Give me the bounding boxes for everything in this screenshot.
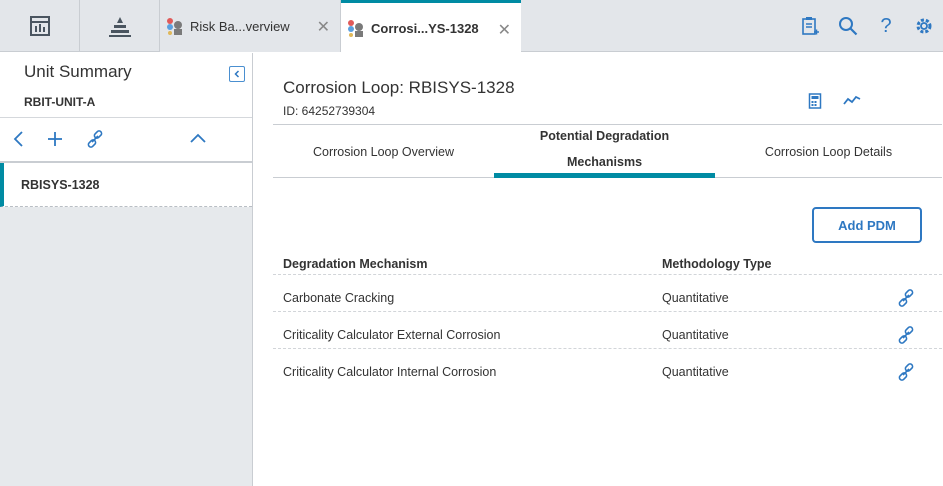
methodology-cell: Quantitative (662, 365, 729, 379)
chevron-left-icon (13, 131, 23, 147)
page-title: Corrosion Loop: RBISYS-1328 (283, 78, 515, 97)
link-icon[interactable] (897, 326, 915, 347)
tab-label: Potential Degradation Mechanisms (539, 129, 670, 169)
sidebar-subtitle: RBIT-UNIT-A (24, 95, 96, 109)
sidebar-item-rbisys-1328[interactable]: RBISYS-1328 (0, 163, 252, 207)
column-header-mechanism: Degradation Mechanism (283, 257, 428, 271)
link-icon[interactable] (897, 289, 915, 310)
hierarchy-button[interactable] (80, 0, 160, 52)
link-icon[interactable] (897, 363, 915, 384)
settings-button[interactable] (905, 16, 943, 36)
sidebar-header: Unit Summary RBIT-UNIT-A (0, 53, 252, 118)
search-button[interactable] (829, 16, 867, 36)
tab-label: Corrosi...YS-1328 (371, 20, 479, 36)
help-button[interactable]: ? (867, 15, 905, 38)
top-right-toolbar: ? (791, 0, 943, 52)
tab-potential-degradation-mechanisms[interactable]: Potential Degradation Mechanisms (494, 125, 715, 178)
record-id: ID: 64252739304 (283, 104, 376, 118)
methodology-cell: Quantitative (662, 291, 729, 305)
mechanism-cell: Criticality Calculator Internal Corrosio… (283, 365, 497, 379)
top-bar: Risk Ba...verview ✕ Corrosi...YS-1328 ✕ (0, 0, 943, 53)
trend-button[interactable] (843, 93, 861, 112)
sidebar-toolbar (0, 118, 252, 163)
table-header-row: Degradation Mechanism Methodology Type (273, 247, 942, 275)
hierarchy-icon (108, 17, 131, 37)
plus-icon (48, 132, 62, 146)
tab-label: Corrosion Loop Overview (312, 144, 455, 159)
tab-label: Risk Ba...verview (190, 18, 290, 34)
content-tabs: Corrosion Loop Overview Potential Degrad… (273, 125, 942, 178)
back-button[interactable] (12, 130, 26, 153)
table-row[interactable]: Criticality Calculator External Corrosio… (273, 312, 942, 349)
trend-chart-icon (843, 95, 861, 105)
chevron-up-icon (190, 133, 206, 143)
tab-corrosion-loop[interactable]: Corrosi...YS-1328 ✕ (341, 0, 521, 53)
methodology-cell: Quantitative (662, 328, 729, 342)
dashboard-icon (29, 16, 50, 36)
close-icon[interactable]: ✕ (317, 17, 330, 37)
add-button[interactable] (46, 130, 64, 153)
tab-label: Corrosion Loop Details (764, 144, 893, 159)
link-button[interactable] (86, 130, 104, 153)
help-icon: ? (880, 14, 892, 37)
clipboard-button[interactable] (791, 16, 829, 36)
tab-corrosion-loop-overview[interactable]: Corrosion Loop Overview (273, 125, 494, 178)
sidebar-item-label: RBISYS-1328 (21, 178, 100, 192)
dashboard-button[interactable] (0, 0, 80, 52)
sidebar: Unit Summary RBIT-UNIT-A RBISYS-1328 (0, 53, 253, 486)
calculator-icon (808, 93, 822, 109)
table-row[interactable]: Criticality Calculator Internal Corrosio… (273, 349, 942, 386)
column-header-methodology: Methodology Type (662, 257, 772, 271)
close-icon[interactable]: ✕ (498, 20, 511, 40)
search-icon (839, 17, 858, 36)
table-row[interactable]: Carbonate Cracking Quantitative (273, 275, 942, 312)
collapse-list-button[interactable] (189, 130, 207, 153)
sidebar-title: Unit Summary (24, 62, 132, 81)
mechanism-cell: Criticality Calculator External Corrosio… (283, 328, 501, 342)
collapse-sidebar-button[interactable] (229, 66, 245, 82)
add-pdm-button[interactable]: Add PDM (812, 207, 922, 243)
tab-corrosion-loop-details[interactable]: Corrosion Loop Details (715, 125, 942, 178)
asset-icon (348, 20, 363, 37)
chevron-left-icon (234, 70, 240, 78)
clipboard-icon (802, 17, 819, 35)
link-icon (87, 130, 103, 148)
main-content: Corrosion Loop: RBISYS-1328 ID: 64252739… (254, 53, 943, 486)
mechanism-cell: Carbonate Cracking (283, 291, 395, 305)
asset-icon (167, 18, 182, 35)
gear-icon (916, 18, 932, 34)
tab-risk-based-overview[interactable]: Risk Ba...verview ✕ (160, 0, 341, 52)
calculator-button[interactable] (808, 93, 822, 114)
pdm-table: Degradation Mechanism Methodology Type C… (273, 247, 942, 386)
